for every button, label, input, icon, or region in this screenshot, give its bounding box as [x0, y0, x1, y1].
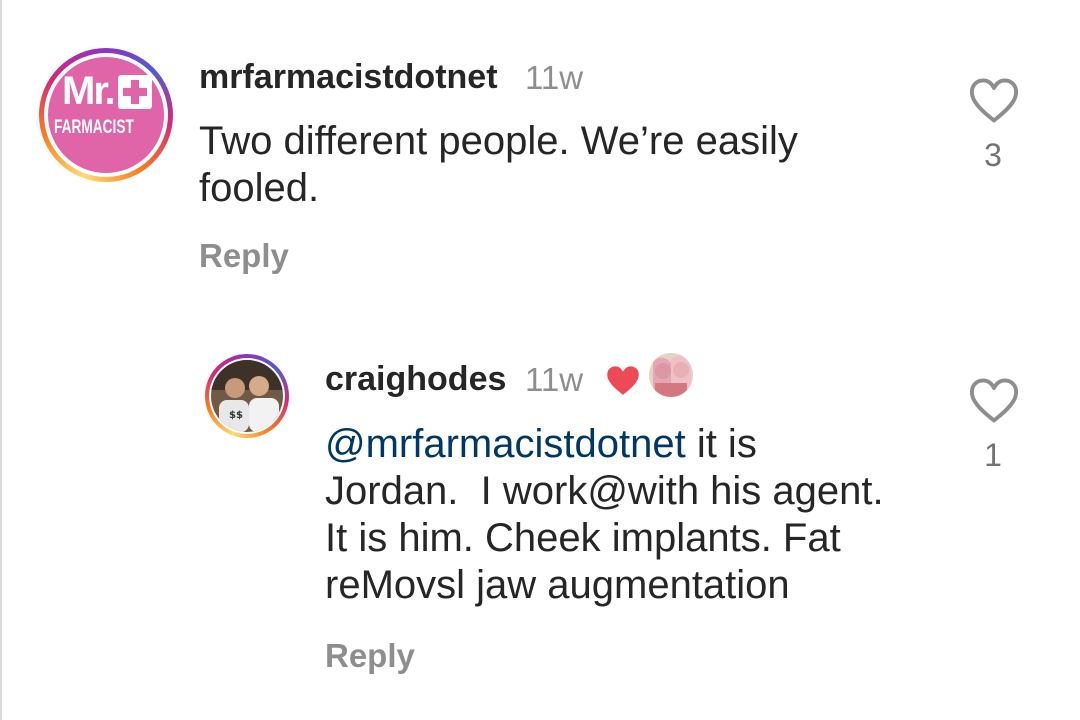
creator-avatar-icon	[649, 353, 693, 397]
comment-text-line: fooled.	[199, 166, 320, 210]
logo-mr-text: Mr.	[62, 69, 116, 113]
cross-icon	[118, 75, 152, 109]
reply-button[interactable]: Reply	[325, 637, 415, 675]
comment-username[interactable]: mrfarmacistdotnet	[199, 58, 498, 97]
comment-text-segment: it is	[685, 422, 757, 466]
like-count: 3	[984, 137, 1002, 173]
comment-text: Two different people. We’re easily foole…	[199, 118, 919, 212]
avatar[interactable]: $$	[205, 354, 289, 438]
comment-text-line: Jordan. I work@with his agent.	[325, 469, 884, 513]
comment-timestamp: 11w	[525, 59, 584, 96]
svg-text:$$: $$	[229, 410, 243, 421]
comment-text: @mrfarmacistdotnet it is Jordan. I work@…	[325, 421, 945, 609]
heart-outline-icon[interactable]	[968, 77, 1020, 125]
comments-screen: Mr. FARMACIST mrfarmacistdotnet 11w Two …	[0, 0, 1080, 720]
farmacist-logo: Mr. FARMACIST	[48, 57, 164, 173]
heart-outline-icon[interactable]	[968, 377, 1020, 425]
comment-text-line: Two different people. We’re easily	[199, 119, 798, 163]
reply-button[interactable]: Reply	[199, 237, 289, 275]
like-count: 1	[984, 437, 1002, 473]
comment-text-line: reMovsl jaw augmentation	[325, 563, 790, 607]
profile-photo: $$	[211, 360, 283, 432]
red-heart-icon	[607, 366, 639, 395]
avatar[interactable]: Mr. FARMACIST	[39, 48, 173, 182]
comment-username[interactable]: craighodes	[325, 360, 506, 399]
mention-link[interactable]: @mrfarmacistdotnet	[325, 422, 686, 466]
comment-2: $$ craighodes 11w @mrfarmacistdotnet it …	[2, 320, 1080, 720]
logo-farmacist-text: FARMACIST	[54, 117, 134, 138]
comment-text-line: It is him. Cheek implants. Fat	[325, 516, 841, 560]
comment-1: Mr. FARMACIST mrfarmacistdotnet 11w Two …	[2, 0, 1080, 300]
comment-text-line: @mrfarmacistdotnet it is	[325, 421, 945, 468]
comment-timestamp: 11w	[525, 361, 584, 398]
